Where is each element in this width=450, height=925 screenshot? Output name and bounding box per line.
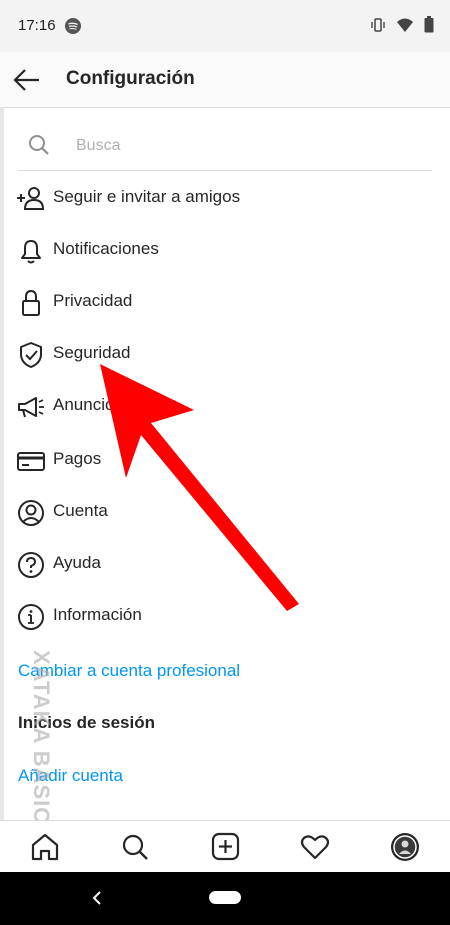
- add-person-icon: [16, 184, 46, 214]
- shield-check-icon: [16, 340, 46, 370]
- menu-item-label: Privacidad: [53, 291, 133, 310]
- home-icon: [31, 833, 59, 861]
- heart-icon: [300, 835, 330, 860]
- menu-item-label: Información: [53, 605, 142, 624]
- bell-icon: [16, 236, 46, 266]
- search-input[interactable]: [74, 130, 418, 162]
- search-icon: [122, 834, 148, 860]
- app-header: Configuración: [0, 52, 450, 108]
- watermark-text: XATAKA BASICS: [29, 650, 54, 840]
- status-time: 17:16: [18, 17, 56, 34]
- menu-item-label: Cuenta: [53, 501, 108, 520]
- lock-icon: [16, 288, 46, 318]
- help-circle-icon: [16, 550, 46, 580]
- menu-item-help[interactable]: Ayuda: [0, 538, 450, 590]
- menu-item-security[interactable]: Seguridad: [0, 328, 450, 380]
- profile-avatar: [391, 833, 419, 861]
- account-circle-icon: [16, 498, 46, 528]
- new-post-icon: [211, 832, 240, 861]
- system-back-icon[interactable]: [90, 889, 104, 912]
- menu-item-about[interactable]: Información: [0, 590, 450, 642]
- back-arrow-icon: [13, 69, 39, 91]
- back-button[interactable]: [12, 66, 42, 94]
- nav-activity-button[interactable]: [299, 832, 331, 862]
- battery-icon: [424, 16, 434, 38]
- menu-item-notifications[interactable]: Notificaciones: [0, 224, 450, 276]
- menu-item-label: Anuncios: [53, 395, 123, 414]
- menu-item-follow-invite[interactable]: Seguir e invitar a amigos: [0, 172, 450, 224]
- menu-item-payments[interactable]: Pagos: [0, 434, 450, 486]
- menu-item-label: Notificaciones: [53, 239, 159, 258]
- menu-item-privacy[interactable]: Privacidad: [0, 276, 450, 328]
- nav-profile-button[interactable]: [389, 832, 421, 862]
- info-circle-icon: [16, 602, 46, 632]
- search-icon: [28, 134, 50, 161]
- system-home-pill[interactable]: [209, 891, 241, 904]
- menu-item-label: Pagos: [53, 449, 102, 468]
- bottom-nav: [0, 820, 450, 873]
- menu-item-ads[interactable]: Anuncios: [0, 380, 450, 432]
- nav-home-button[interactable]: [29, 832, 61, 862]
- wifi-icon: [396, 17, 414, 38]
- megaphone-icon: [16, 392, 46, 422]
- vibrate-icon: [370, 17, 386, 38]
- page-title: Configuración: [66, 68, 195, 89]
- menu-item-label: Seguridad: [53, 343, 131, 362]
- menu-item-label: Ayuda: [53, 553, 101, 572]
- menu-item-label: Seguir e invitar a amigos: [53, 187, 241, 206]
- menu-item-account[interactable]: Cuenta: [0, 486, 450, 538]
- spotify-icon: [64, 17, 82, 40]
- nav-new-post-button[interactable]: [209, 832, 241, 862]
- nav-search-button[interactable]: [119, 832, 151, 862]
- system-nav-bar: [0, 872, 450, 925]
- status-bar: 17:16: [0, 0, 450, 52]
- credit-card-icon: [16, 446, 46, 476]
- search-bar[interactable]: [18, 118, 432, 171]
